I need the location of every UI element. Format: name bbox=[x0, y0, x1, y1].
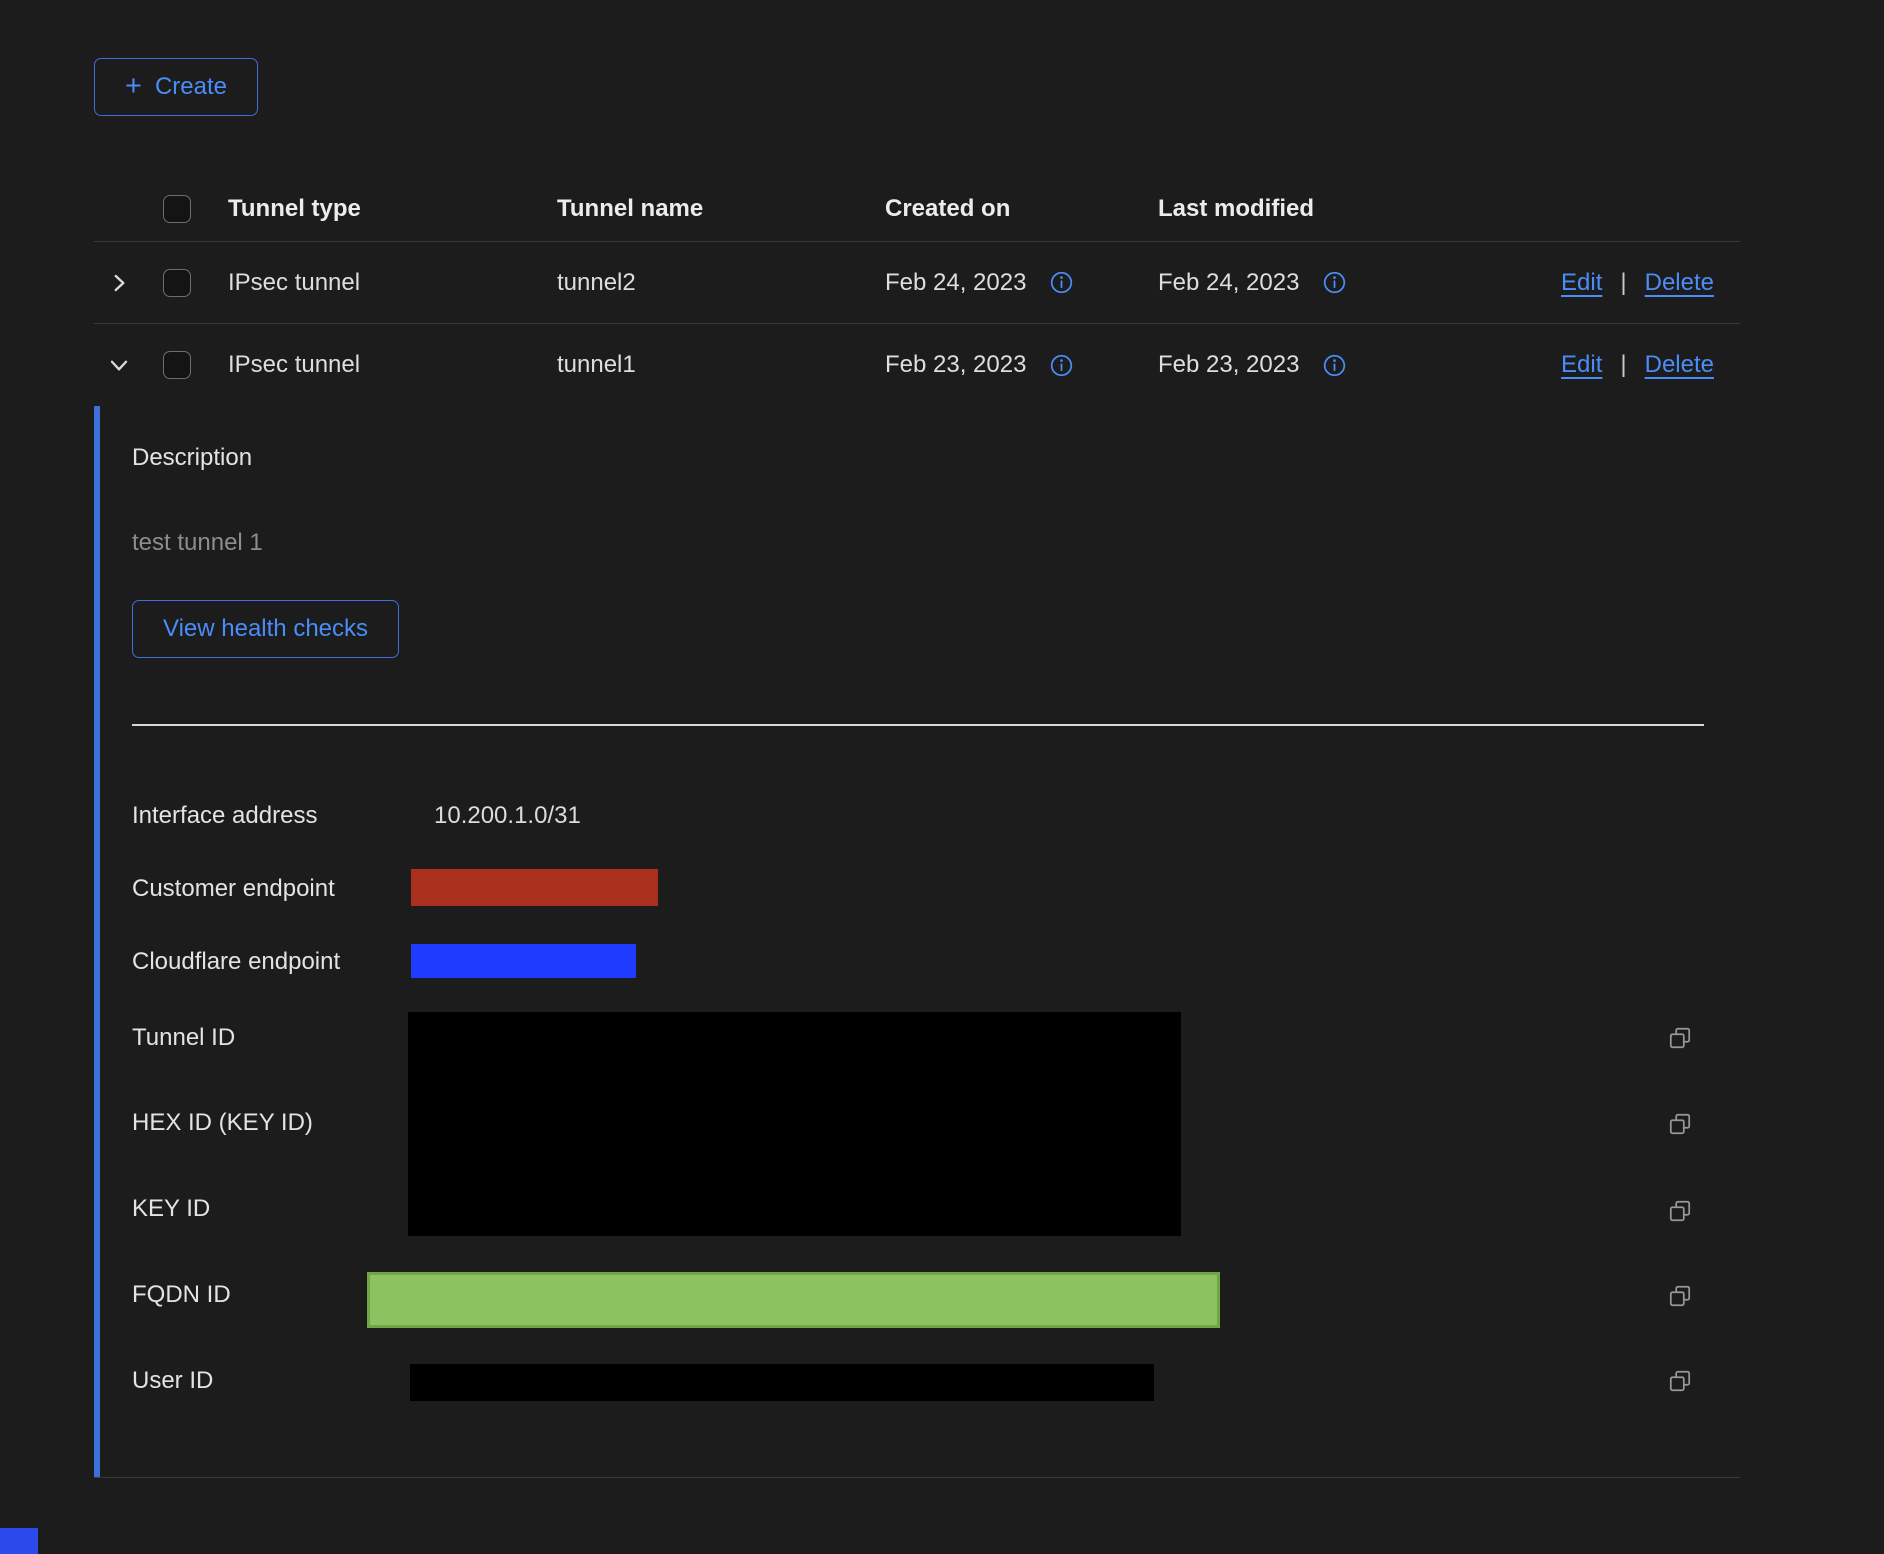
copy-icon[interactable] bbox=[1666, 1024, 1694, 1052]
cloudflare-endpoint-label: Cloudflare endpoint bbox=[132, 947, 340, 977]
tunnel-id-label: Tunnel ID bbox=[132, 1023, 235, 1053]
hex-id-label: HEX ID (KEY ID) bbox=[132, 1108, 313, 1138]
last-modified-cell: Feb 23, 2023 bbox=[1158, 351, 1299, 379]
info-circle-icon[interactable] bbox=[1322, 353, 1347, 378]
interface-address-value: 10.200.1.0/31 bbox=[434, 801, 581, 831]
last-modified-cell: Feb 24, 2023 bbox=[1158, 269, 1299, 297]
delete-link[interactable]: Delete bbox=[1645, 351, 1714, 379]
header-last-modified: Last modified bbox=[1158, 195, 1488, 223]
section-divider bbox=[132, 724, 1704, 726]
tunnels-table: Tunnel type Tunnel name Created on Last … bbox=[94, 176, 1740, 406]
chevron-right-icon[interactable] bbox=[104, 268, 134, 298]
table-header-row: Tunnel type Tunnel name Created on Last … bbox=[94, 176, 1740, 242]
action-separator: | bbox=[1620, 269, 1626, 297]
tunnel-name-cell: tunnel1 bbox=[540, 351, 868, 379]
bottom-corner-widget bbox=[0, 1528, 38, 1554]
row-checkbox[interactable] bbox=[163, 351, 191, 379]
tunnels-page: + Create Tunnel type Tunnel name Created… bbox=[0, 0, 1884, 1554]
created-on-cell: Feb 23, 2023 bbox=[885, 351, 1026, 379]
created-on-cell: Feb 24, 2023 bbox=[885, 269, 1026, 297]
header-created-on: Created on bbox=[868, 195, 1158, 223]
delete-link[interactable]: Delete bbox=[1645, 269, 1714, 297]
customer-endpoint-label: Customer endpoint bbox=[132, 874, 335, 904]
description-value: test tunnel 1 bbox=[132, 529, 263, 557]
table-row: IPsec tunnel tunnel2 Feb 24, 2023 Feb 24… bbox=[94, 242, 1740, 324]
copy-icon[interactable] bbox=[1666, 1110, 1694, 1138]
info-circle-icon[interactable] bbox=[1322, 270, 1347, 295]
tunnel-id-redaction bbox=[408, 1012, 1181, 1236]
tunnel-type-cell: IPsec tunnel bbox=[210, 269, 540, 297]
table-row: IPsec tunnel tunnel1 Feb 23, 2023 Feb 23… bbox=[94, 324, 1740, 406]
description-label: Description bbox=[132, 444, 252, 472]
create-button[interactable]: + Create bbox=[94, 58, 258, 116]
interface-address-label: Interface address bbox=[132, 801, 317, 831]
header-tunnel-type: Tunnel type bbox=[210, 195, 540, 223]
info-circle-icon[interactable] bbox=[1049, 353, 1074, 378]
panel-accent-bar bbox=[94, 406, 100, 1477]
key-id-label: KEY ID bbox=[132, 1194, 210, 1224]
header-tunnel-name: Tunnel name bbox=[540, 195, 868, 223]
tunnel-type-cell: IPsec tunnel bbox=[210, 351, 540, 379]
view-health-checks-button[interactable]: View health checks bbox=[132, 600, 399, 658]
tunnel-details-panel: Description test tunnel 1 View health ch… bbox=[94, 406, 1740, 1478]
action-separator: | bbox=[1620, 351, 1626, 379]
select-all-checkbox[interactable] bbox=[163, 195, 191, 223]
user-id-redaction bbox=[410, 1364, 1154, 1401]
copy-icon[interactable] bbox=[1666, 1197, 1694, 1225]
user-id-label: User ID bbox=[132, 1366, 213, 1396]
create-button-label: Create bbox=[155, 73, 227, 101]
copy-icon[interactable] bbox=[1666, 1367, 1694, 1395]
plus-icon: + bbox=[125, 72, 142, 101]
fqdn-id-redaction bbox=[367, 1272, 1220, 1328]
edit-link[interactable]: Edit bbox=[1561, 351, 1602, 379]
row-checkbox[interactable] bbox=[163, 269, 191, 297]
copy-icon[interactable] bbox=[1666, 1282, 1694, 1310]
tunnel-name-cell: tunnel2 bbox=[540, 269, 868, 297]
chevron-down-icon[interactable] bbox=[104, 350, 134, 380]
customer-endpoint-redaction bbox=[411, 869, 658, 906]
edit-link[interactable]: Edit bbox=[1561, 269, 1602, 297]
info-circle-icon[interactable] bbox=[1049, 270, 1074, 295]
cloudflare-endpoint-redaction bbox=[411, 944, 636, 978]
fqdn-id-label: FQDN ID bbox=[132, 1280, 231, 1310]
